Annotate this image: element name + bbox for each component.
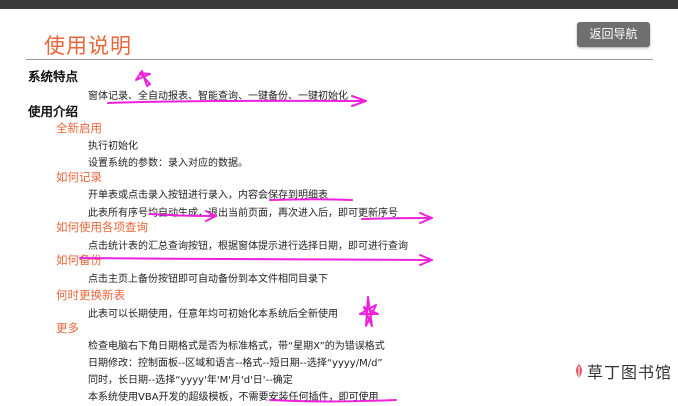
title-divider [26, 59, 653, 60]
section-title-when-to-replace: 何时更换新表 [56, 288, 125, 302]
section-title-more: 更多 [56, 321, 79, 335]
star-doodle-icon [135, 70, 151, 87]
section-line: 执行初始化 [88, 141, 138, 152]
back-to-nav-button[interactable]: 返回导航 [577, 22, 650, 47]
page-title: 使用说明 [44, 34, 132, 58]
section-title-how-to-backup: 如何备份 [56, 253, 102, 267]
section-line: 此表所有序号均自动生成，退出当前页面，再次进入后，即可更新序号 [88, 208, 398, 219]
section-line: 检查电脑右下角日期格式是否为标准格式，带“星期X”的为错误格式 [88, 341, 385, 352]
features-heading: 系统特点 [28, 69, 79, 84]
watermark-text: 草丁图书馆 [587, 363, 673, 382]
section-title-how-to-query: 如何使用各项查询 [56, 220, 148, 234]
section-line: 同时，长日期--选择“yyyy'年'M'月'd'日'--确定 [88, 375, 293, 386]
arrow-doodle-icon [79, 257, 431, 261]
section-line: 此表可以长期使用，任意年均可初始化本系统后全新使用 [88, 309, 338, 320]
watermark: 草丁图书馆 [574, 360, 672, 382]
section-line: 日期修改：控制面板--区域和语言--格式--短日期--选择“yyyy/M/d” [88, 358, 383, 369]
section-title-new-start: 全新启用 [56, 121, 102, 135]
section-line: 设置系统的参数：录入对应的数据。 [88, 158, 248, 169]
section-title-how-to-record: 如何记录 [56, 170, 102, 184]
section-line: 开单表或点击录入按钮进行录入，内容会保存到明细表 [88, 190, 328, 201]
features-text: 窗体记录、全自动报表、智能查询、一键备份、一键初始化 [88, 91, 348, 102]
top-bar [0, 0, 678, 9]
leaf-logo-icon [576, 364, 582, 378]
intro-heading: 使用介绍 [28, 104, 79, 119]
star-doodle-icon [359, 296, 379, 327]
section-line: 本系统使用VBA开发的超级模板，不需要安装任何插件，即可使用 [88, 392, 379, 403]
section-line: 点击统计表的汇总查询按钮，根据窗体提示进行选择日期，即可进行查询 [88, 241, 408, 252]
section-line: 点击主页上备份按钮即可自动备份到本文件相同目录下 [88, 274, 328, 285]
